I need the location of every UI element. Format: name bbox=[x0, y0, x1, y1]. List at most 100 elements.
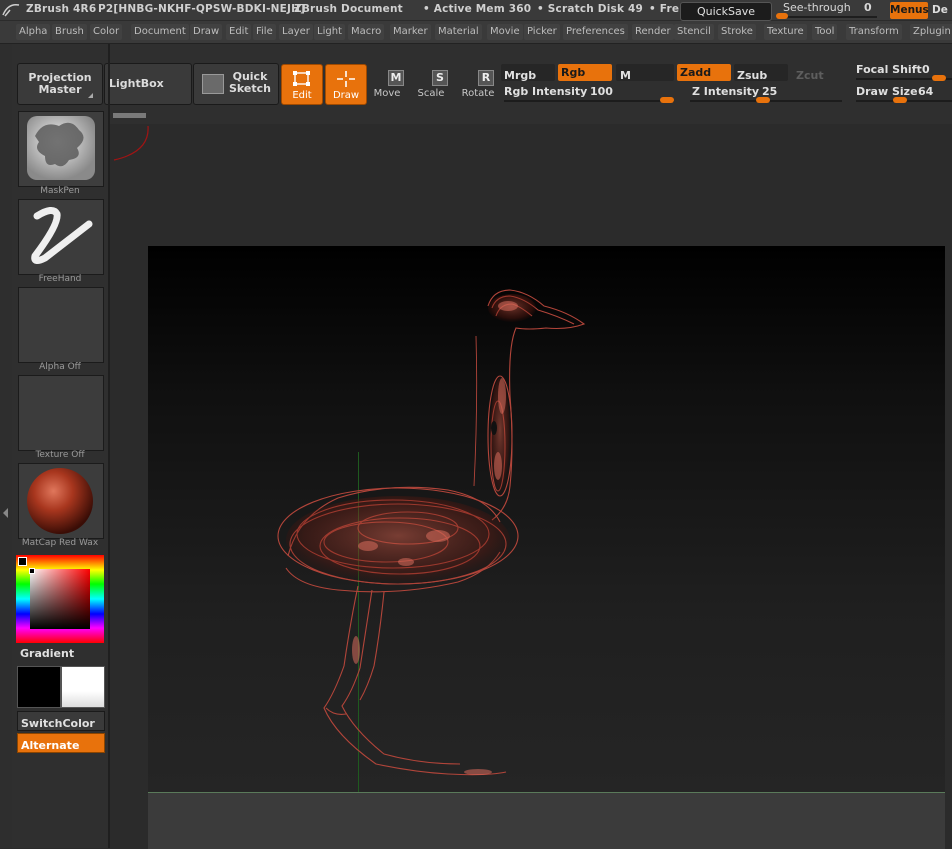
zsub-label: Zsub bbox=[737, 69, 768, 82]
z-intensity-label: Z Intensity bbox=[692, 85, 760, 98]
menu-light[interactable]: Light bbox=[314, 24, 345, 40]
mrgb-button[interactable]: Mrgb bbox=[501, 64, 555, 82]
menu-preferences[interactable]: Preferences bbox=[563, 24, 628, 40]
gradient-label[interactable]: Gradient bbox=[20, 647, 74, 660]
menu-material[interactable]: Material bbox=[435, 24, 482, 40]
menus-button[interactable]: Menus bbox=[890, 2, 929, 19]
material-selector[interactable] bbox=[18, 463, 104, 539]
color-picker-sv-square[interactable] bbox=[30, 569, 90, 629]
menu-file[interactable]: File bbox=[253, 24, 276, 40]
see-through-label: See-through bbox=[783, 1, 851, 14]
rotate-icon: R bbox=[478, 70, 494, 86]
lightbox-button[interactable]: LightBox bbox=[104, 63, 192, 105]
color-picker-hue-marker[interactable] bbox=[18, 557, 27, 566]
texture-name: Texture Off bbox=[35, 450, 85, 460]
menu-edit[interactable]: Edit bbox=[226, 24, 252, 40]
tray-collapse-arrow-icon[interactable] bbox=[3, 508, 8, 518]
edit-button[interactable]: Edit bbox=[281, 64, 323, 105]
rgb-label: Rgb bbox=[561, 66, 586, 79]
scale-button[interactable]: S Scale bbox=[416, 66, 452, 104]
move-icon: M bbox=[388, 70, 404, 86]
texture-selector[interactable] bbox=[18, 375, 104, 451]
edit-label: Edit bbox=[292, 90, 312, 101]
draw-size-value: 64 bbox=[918, 85, 934, 98]
alternate-label: Alternate bbox=[21, 739, 80, 752]
zcut-button[interactable]: Zcut bbox=[793, 64, 843, 82]
draw-button[interactable]: Draw bbox=[325, 64, 367, 105]
alpha-name: Alpha Off bbox=[39, 362, 81, 372]
menu-brush[interactable]: Brush bbox=[52, 24, 87, 40]
zadd-label: Zadd bbox=[680, 66, 712, 79]
stroke-name: FreeHand bbox=[38, 274, 82, 284]
document-scroll-tab[interactable] bbox=[113, 113, 146, 118]
scale-icon: S bbox=[432, 70, 448, 86]
menu-stencil[interactable]: Stencil bbox=[674, 24, 714, 40]
menu-render[interactable]: Render bbox=[632, 24, 674, 40]
serial-number: P2[HNBG-NKHF-QPSW-BDKI-NEJH] bbox=[98, 3, 306, 15]
menu-marker[interactable]: Marker bbox=[390, 24, 431, 40]
menu-texture[interactable]: Texture bbox=[764, 24, 807, 40]
matcap-sphere-icon bbox=[27, 468, 93, 534]
menu-stroke[interactable]: Stroke bbox=[718, 24, 756, 40]
menu-document[interactable]: Document bbox=[131, 24, 189, 40]
projection-master-button[interactable]: Projection Master bbox=[17, 63, 103, 105]
color-picker-hue-ring[interactable] bbox=[16, 555, 104, 643]
free-mem: • Fre bbox=[649, 3, 680, 15]
m-button[interactable]: M bbox=[616, 64, 674, 82]
active-mem: • Active Mem 360 bbox=[423, 3, 532, 15]
z-intensity-slider-knob[interactable] bbox=[756, 97, 770, 103]
menu-macro[interactable]: Macro bbox=[348, 24, 385, 40]
rgb-intensity-slider-knob[interactable] bbox=[660, 97, 674, 103]
secondary-color-swatch[interactable] bbox=[61, 666, 105, 708]
draw-label: Draw bbox=[332, 90, 360, 101]
zbrush-logo-icon bbox=[2, 3, 20, 17]
switch-color-button[interactable]: SwitchColor bbox=[17, 711, 105, 731]
document-name: ZBrush Document bbox=[294, 3, 403, 15]
menu-alpha[interactable]: Alpha bbox=[16, 24, 51, 40]
draw-crosshair-icon bbox=[337, 71, 355, 87]
zadd-button[interactable]: Zadd bbox=[677, 64, 731, 81]
focal-shift-slider-knob[interactable] bbox=[932, 75, 946, 81]
rotate-label: Rotate bbox=[461, 88, 495, 99]
rgb-intensity-label: Rgb Intensity bbox=[504, 85, 588, 98]
corner-arrow-icon bbox=[88, 93, 93, 98]
default-script-button[interactable]: De bbox=[932, 2, 952, 19]
menu-movie[interactable]: Movie bbox=[487, 24, 523, 40]
alternate-button[interactable]: Alternate bbox=[17, 733, 105, 753]
rgb-intensity-slider[interactable] bbox=[504, 100, 674, 102]
menu-picker[interactable]: Picker bbox=[524, 24, 560, 40]
m-label: M bbox=[620, 69, 631, 82]
maskpen-brush-icon bbox=[27, 116, 95, 180]
navigation-gizmo-arc-icon bbox=[113, 125, 149, 161]
stroke-selector[interactable] bbox=[18, 199, 104, 275]
left-tray-gutter[interactable] bbox=[0, 44, 12, 848]
see-through-slider-knob[interactable] bbox=[776, 13, 788, 19]
focal-shift-label: Focal Shift bbox=[856, 63, 922, 76]
rotate-button[interactable]: R Rotate bbox=[460, 66, 498, 104]
zsub-button[interactable]: Zsub bbox=[734, 64, 788, 82]
menu-layer[interactable]: Layer bbox=[279, 24, 313, 40]
menu-color[interactable]: Color bbox=[90, 24, 123, 40]
move-button[interactable]: M Move bbox=[372, 66, 408, 104]
draw-size-slider-knob[interactable] bbox=[893, 97, 907, 103]
scale-label: Scale bbox=[417, 88, 445, 99]
color-picker-sv-marker[interactable] bbox=[29, 568, 35, 574]
app-name: ZBrush 4R6 bbox=[26, 3, 97, 15]
mrgb-label: Mrgb bbox=[504, 69, 537, 82]
focal-shift-value: 0 bbox=[922, 63, 930, 76]
brush-selector[interactable] bbox=[18, 111, 104, 187]
see-through-value: 0 bbox=[864, 1, 872, 14]
material-name: MatCap Red Wax bbox=[21, 538, 99, 548]
menu-transform[interactable]: Transform bbox=[846, 24, 902, 40]
menu-tool[interactable]: Tool bbox=[812, 24, 838, 40]
alpha-selector[interactable] bbox=[18, 287, 104, 363]
menu-zplugin[interactable]: Zplugin bbox=[910, 24, 952, 40]
quicksave-button[interactable]: QuickSave bbox=[680, 2, 772, 21]
primary-color-swatch[interactable] bbox=[17, 666, 61, 708]
see-through-slider[interactable] bbox=[777, 16, 877, 18]
rgb-button[interactable]: Rgb bbox=[558, 64, 612, 81]
menu-draw[interactable]: Draw bbox=[190, 24, 223, 40]
draw-size-label: Draw Size bbox=[856, 85, 918, 98]
ostrich-model[interactable] bbox=[148, 246, 945, 846]
quick-sketch-button[interactable]: Quick Sketch bbox=[193, 63, 279, 105]
